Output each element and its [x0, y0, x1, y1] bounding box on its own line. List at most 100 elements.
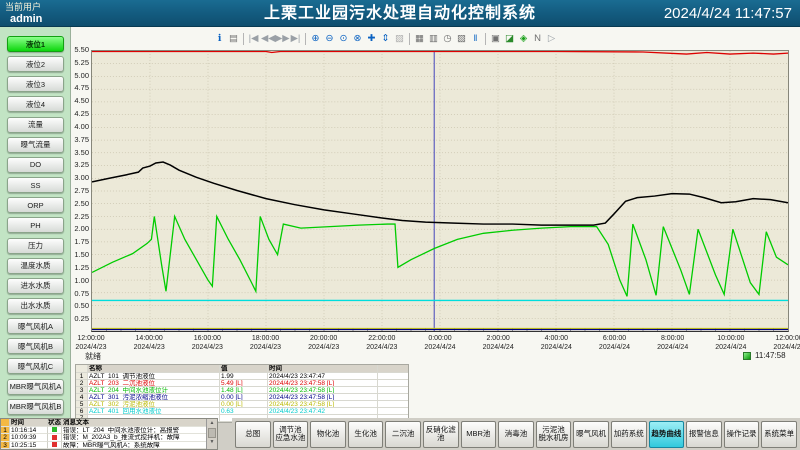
x-tick-time: 12:00:00: [764, 335, 800, 344]
pause-icon[interactable]: ‖: [469, 32, 482, 46]
log-time: 10:25:15: [10, 442, 48, 450]
series-AZLT_203_二沉池液位: [92, 51, 788, 54]
sidebar-item-19[interactable]: MBR曝气风机B: [7, 399, 64, 415]
y-axis-tick-label: 2.00: [71, 225, 89, 233]
legend-header-cell: [76, 365, 88, 372]
log-row[interactable]: 310:25:15故障：MBR曝气风机A：系统故障: [1, 442, 217, 450]
legend-tag-value: 0.00 [L]: [220, 394, 268, 400]
nav-button-11[interactable]: 加药系统: [611, 421, 647, 448]
sidebar-item-13[interactable]: 进水水质: [7, 278, 64, 294]
nav-button-4[interactable]: 生化池: [348, 421, 384, 448]
export-curve-icon[interactable]: ◪: [503, 32, 516, 46]
nav-button-14[interactable]: 操作记录: [724, 421, 760, 448]
nav-button-7[interactable]: MBR池: [461, 421, 497, 448]
log-row[interactable]: 110:16:14错误：LT_204_中间水池液位计：高报警: [1, 427, 217, 435]
scroll-up-icon[interactable]: ▲: [207, 419, 217, 428]
print-icon[interactable]: ▣: [489, 32, 502, 46]
sidebar-item-15[interactable]: 曝气风机A: [7, 318, 64, 334]
sidebar-item-10[interactable]: PH: [7, 217, 64, 233]
trend-plot[interactable]: [91, 50, 789, 332]
log-time: 10:16:14: [10, 427, 48, 435]
nav-button-8[interactable]: 消毒池: [498, 421, 534, 448]
legend-tag-time: 2024/4/23 23:47:58 [L]: [268, 387, 378, 393]
legend-tag-name: AZLT_204_中间水池液位计: [88, 387, 220, 393]
legend-row[interactable]: 5AZLT_302_污泥池液位0.00 [L]2024/4/23 23:47:5…: [76, 401, 408, 408]
trend-window: ℹ▤|◀◀◀▶▶▶|⊕⊖⊙⊗✚⇕▨▦▥◷▧‖▣◪◈N▷ 5.505.255.00…: [70, 27, 800, 418]
zoom-out-icon[interactable]: ⊖: [323, 32, 336, 46]
log-row[interactable]: 210:09:39错误：M_202A3_b_推流式搅拌机：故障: [1, 434, 217, 442]
online-status-icon[interactable]: ◈: [517, 32, 530, 46]
sidebar-item-5[interactable]: 流量: [7, 117, 64, 133]
x-tick-date: 2024/4/23: [182, 344, 232, 353]
info-icon[interactable]: ℹ: [213, 32, 226, 46]
trend-toolbar: ℹ▤ |◀◀◀▶▶▶| ⊕⊖⊙⊗✚⇕▨ ▦▥◷▧‖ ▣◪◈N▷: [213, 31, 558, 47]
sidebar: 液位1 液位2 液位3 液位4 流量曝气流量 DO SS ORP PH 压力温度水质进水水质出水水…: [0, 27, 70, 418]
curve-select-icon[interactable]: ▧: [455, 32, 468, 46]
y-axis-tick-label: 5.25: [71, 59, 89, 67]
x-tick-time: 2:00:00: [473, 335, 523, 344]
prev-record-icon[interactable]: ◀◀: [261, 32, 274, 46]
sidebar-item-3[interactable]: 液位3: [7, 76, 64, 92]
legend-tag-name: AZLT_301_污泥浓缩池液位: [88, 394, 220, 400]
sidebar-item-1[interactable]: 液位1: [7, 36, 64, 52]
nav-button-13[interactable]: 报警信息: [686, 421, 722, 448]
nav-button-2[interactable]: 调节池 应急水池: [273, 421, 309, 448]
sidebar-item-11[interactable]: 压力: [7, 238, 64, 254]
series-AZLT_204_中间水池液位计: [92, 216, 788, 296]
sidebar-item-14[interactable]: 出水水质: [7, 298, 64, 314]
legend-row[interactable]: 1AZLT_101_调节池液位1.992024/4/23 23:47:47: [76, 373, 408, 380]
zoom-window-icon[interactable]: ⊙: [337, 32, 350, 46]
pointer-icon[interactable]: ▷: [545, 32, 558, 46]
select-range-icon[interactable]: ▨: [393, 32, 406, 46]
scroll-down-icon[interactable]: ▼: [207, 438, 217, 447]
zoom-reset-icon[interactable]: ⊗: [351, 32, 364, 46]
next-record-icon[interactable]: ▶▶: [275, 32, 288, 46]
nav-button-5[interactable]: 二沉池: [385, 421, 421, 448]
y-axis-tick-label: 3.00: [71, 174, 89, 182]
export-report-icon[interactable]: ▤: [227, 32, 240, 46]
time-range-icon[interactable]: ◷: [441, 32, 454, 46]
pan-icon[interactable]: ✚: [365, 32, 378, 46]
legend-row[interactable]: 4AZLT_301_污泥浓缩池液位0.00 [L]2024/4/23 23:47…: [76, 394, 408, 401]
legend-row[interactable]: 6AZLT_401_回用水池液位0.632024/4/23 23:47:42: [76, 408, 408, 415]
trend-legend-table[interactable]: 名称值时间1AZLT_101_调节池液位1.992024/4/23 23:47:…: [75, 364, 409, 423]
legend-row[interactable]: 3AZLT_204_中间水池液位计1.48 [L]2024/4/23 23:47…: [76, 387, 408, 394]
legend-tag-name: AZLT_203_二沉池液位: [88, 380, 220, 386]
annotation-icon[interactable]: N: [531, 32, 544, 46]
sidebar-item-12[interactable]: 温度水质: [7, 258, 64, 274]
last-record-icon[interactable]: ▶|: [289, 32, 302, 46]
sidebar-item-17[interactable]: 曝气风机C: [7, 358, 64, 374]
nav-button-12[interactable]: 趋势曲线: [649, 421, 685, 448]
x-tick-time: 20:00:00: [299, 335, 349, 344]
nav-button-10[interactable]: 曝气风机: [573, 421, 609, 448]
first-record-icon[interactable]: |◀: [247, 32, 260, 46]
sidebar-item-16[interactable]: 曝气风机B: [7, 338, 64, 354]
nav-button-3[interactable]: 物化池: [310, 421, 346, 448]
sidebar-item-18[interactable]: MBR曝气风机A: [7, 379, 64, 395]
x-axis-tick-label: 18:00:002024/4/23: [241, 335, 291, 352]
sidebar-item-2[interactable]: 液位2: [7, 56, 64, 72]
vertical-scale-icon[interactable]: ⇕: [379, 32, 392, 46]
zoom-in-icon[interactable]: ⊕: [309, 32, 322, 46]
nav-button-15[interactable]: 系统菜单: [761, 421, 797, 448]
x-axis-tick-label: 12:00:002024/4/23: [66, 335, 116, 352]
nav-button-9[interactable]: 污泥池 脱水机房: [536, 421, 572, 448]
sidebar-item-6[interactable]: 曝气流量: [7, 137, 64, 153]
value-table-icon[interactable]: ▦: [413, 32, 426, 46]
x-tick-date: 2024/4/24: [531, 344, 581, 353]
log-row-number: 3: [1, 442, 10, 450]
grid-view-icon[interactable]: ▥: [427, 32, 440, 46]
legend-tag-value: 0.63: [220, 408, 268, 414]
legend-row[interactable]: 2AZLT_203_二沉池液位5.49 [L]2024/4/23 23:47:5…: [76, 380, 408, 387]
sidebar-item-8[interactable]: SS: [7, 177, 64, 193]
scrollbar-thumb[interactable]: [208, 428, 216, 438]
y-axis-tick-label: 1.50: [71, 251, 89, 259]
y-axis-tick-label: 2.75: [71, 187, 89, 195]
sidebar-item-9[interactable]: ORP: [7, 197, 64, 213]
sidebar-item-7[interactable]: DO: [7, 157, 64, 173]
sidebar-item-4[interactable]: 液位4: [7, 96, 64, 112]
nav-button-6[interactable]: 反硝化滤池: [423, 421, 459, 448]
alarm-log-scrollbar[interactable]: ▲ ▼: [206, 419, 217, 449]
nav-button-1[interactable]: 总图: [235, 421, 271, 448]
log-status: [48, 442, 62, 450]
